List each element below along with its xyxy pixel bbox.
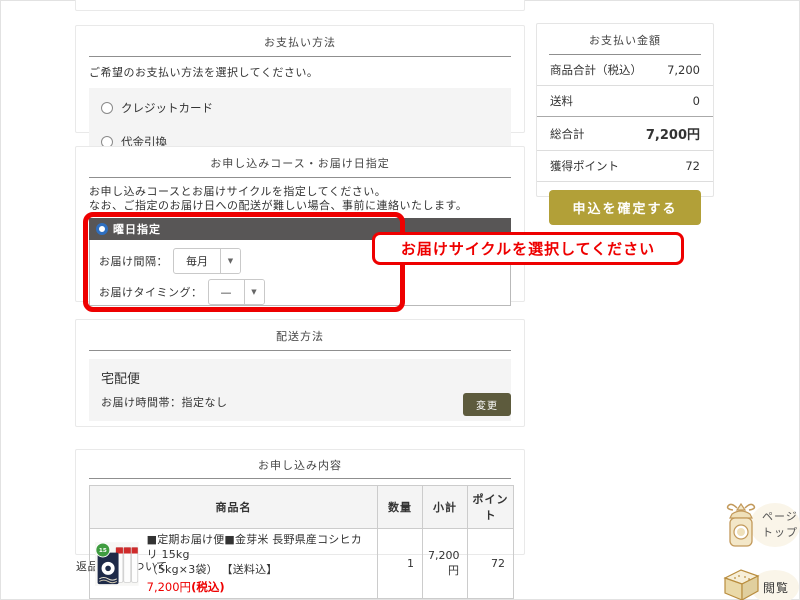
order-table-header-row: 商品名 数量 小計 ポイント: [90, 486, 514, 529]
order-table: 商品名 数量 小計 ポイント: [89, 485, 514, 599]
summary-value: 72: [685, 159, 700, 173]
column-points: ポイント: [468, 486, 514, 529]
recently-viewed-button[interactable]: 閲覧: [721, 564, 799, 600]
payment-method-title: お支払い方法: [76, 26, 524, 56]
column-subtotal: 小計: [423, 486, 468, 529]
delivery-cycle-callout: お届けサイクルを選択してください: [372, 232, 684, 265]
previous-section-cutoff: [75, 0, 525, 11]
interval-label: お届け間隔：: [99, 253, 168, 269]
timing-label: お届けタイミング：: [99, 284, 203, 300]
item-subtotal: 7,200円: [423, 529, 468, 599]
checkout-page: { "colors":{ "accent-red":"#ee0000", "go…: [0, 0, 800, 600]
rice-jar-icon: [724, 500, 758, 550]
divider: [89, 350, 511, 351]
summary-value: 7,200: [667, 63, 700, 77]
column-quantity: 数量: [378, 486, 423, 529]
summary-label: 商品合計（税込）: [550, 62, 642, 78]
day-specification-label: 曜日指定: [113, 221, 161, 237]
shipping-time-window: お届け時間帯：指定なし: [101, 394, 499, 410]
product-name-line1: ■定期お届け便■金芽米 長野県産コシヒカリ 15kg: [147, 532, 372, 562]
timing-select[interactable]: — ▼: [208, 279, 265, 305]
summary-row-grand-total: 総合計 7,200円: [537, 116, 713, 151]
weight-badge: 15: [96, 543, 110, 557]
rice-bag-front: [98, 552, 119, 583]
summary-row-shipping-fee: 送料 0: [537, 86, 713, 117]
shipping-method: 宅配便: [101, 368, 499, 387]
payment-method-section: お支払い方法 ご希望のお支払い方法を選択してください。 クレジットカード 代金引…: [75, 25, 525, 133]
summary-row-points-earned: 獲得ポイント 72: [537, 151, 713, 182]
product-name-line2: （5kg×3袋） 【送料込】: [147, 562, 372, 577]
shipping-panel: 宅配便 お届け時間帯：指定なし: [89, 359, 511, 421]
summary-label: 送料: [550, 93, 573, 109]
shipping-title: 配送方法: [76, 320, 524, 350]
radio-unselected-icon[interactable]: [101, 102, 113, 114]
divider: [89, 478, 511, 479]
radio-selected-icon[interactable]: [96, 223, 108, 235]
timing-value: —: [209, 280, 244, 304]
interval-row: お届け間隔： 毎月 ▼: [99, 248, 241, 274]
payment-summary-panel: お支払い金額 商品合計（税込） 7,200 送料 0 総合計 7,200円 獲得…: [536, 23, 714, 197]
course-section: お申し込みコース・お届け日指定 お申し込みコースとお届けサイクルを指定してくださ…: [75, 146, 525, 302]
course-description-line1: お申し込みコースとお届けサイクルを指定してください。: [89, 185, 511, 199]
divider: [89, 56, 511, 57]
page-top-button[interactable]: ページ トップ: [724, 500, 799, 552]
payment-option-label: クレジットカード: [121, 100, 213, 116]
item-points: 72: [468, 529, 514, 599]
summary-value: 0: [693, 94, 700, 108]
rice-box-icon: [721, 564, 761, 600]
order-title: お申し込み内容: [76, 450, 524, 478]
product-cell: 15 ■定期お届け便■金芽米 長野県産コシヒカリ 15kg （5kg×3袋） 【…: [95, 532, 372, 595]
column-product-name: 商品名: [90, 486, 378, 529]
product-price: 7,200円(税込): [147, 579, 372, 595]
summary-label: 総合計: [550, 126, 585, 142]
summary-value: 7,200円: [646, 124, 700, 143]
product-text: ■定期お届け便■金芽米 長野県産コシヒカリ 15kg （5kg×3袋） 【送料込…: [147, 532, 372, 595]
payment-option-credit-card[interactable]: クレジットカード: [101, 91, 499, 125]
divider: [89, 177, 511, 178]
summary-label: 獲得ポイント: [550, 158, 619, 174]
change-shipping-button[interactable]: 変更: [463, 393, 511, 416]
svg-text:15: 15: [99, 548, 107, 554]
order-section: お申し込み内容 商品名 数量 小計 ポイント: [75, 449, 525, 555]
payment-method-description: ご希望のお支払い方法を選択してください。: [89, 66, 511, 80]
chevron-down-icon: ▼: [220, 249, 240, 273]
timing-row: お届けタイミング： — ▼: [99, 279, 265, 305]
shipping-section: 配送方法 宅配便 お届け時間帯：指定なし 変更: [75, 319, 525, 427]
summary-title: お支払い金額: [537, 24, 713, 54]
confirm-order-button[interactable]: 申込を確定する: [549, 190, 701, 225]
page-top-label: ページ トップ: [762, 509, 798, 541]
course-description-line2: なお、ご指定のお届け日への配送が難しい場合、事前に連絡いたします。: [89, 199, 511, 213]
chevron-down-icon: ▼: [244, 280, 264, 304]
product-image: 15: [95, 539, 139, 589]
recently-viewed-label: 閲覧: [763, 580, 789, 596]
item-quantity: 1: [378, 529, 423, 599]
course-section-title: お申し込みコース・お届け日指定: [76, 147, 524, 177]
interval-select[interactable]: 毎月 ▼: [173, 248, 241, 274]
summary-row-item-total: 商品合計（税込） 7,200: [537, 55, 713, 86]
interval-value: 毎月: [174, 249, 220, 273]
tax-included-label: (税込): [191, 580, 225, 594]
rice-bags-back: [116, 547, 138, 582]
